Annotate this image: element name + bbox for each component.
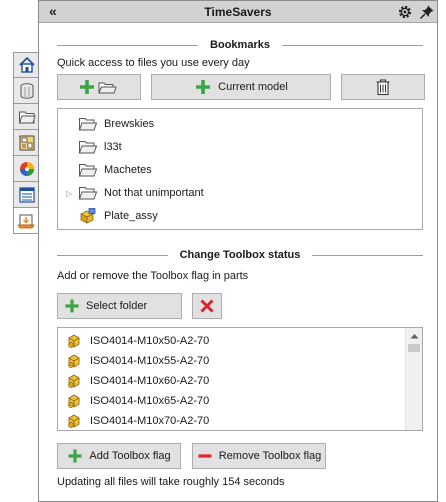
plus-icon <box>196 80 211 94</box>
side-tab-folder[interactable] <box>13 104 39 130</box>
select-folder-button[interactable]: Select folder <box>57 293 182 319</box>
side-tab-home[interactable] <box>13 52 39 78</box>
list-item[interactable]: Machetes <box>78 159 152 181</box>
drawing-icon <box>19 135 34 150</box>
toolbox-part-icon <box>64 333 84 349</box>
side-tab-drawing[interactable] <box>13 130 39 156</box>
toolbox-part-icon <box>64 413 84 429</box>
list-item[interactable]: ISO4014-M10x50-A2-70 <box>64 330 209 352</box>
side-tab-properties[interactable] <box>13 182 39 208</box>
delete-bookmark-button[interactable] <box>341 74 425 100</box>
scroll-thumb[interactable] <box>408 344 420 352</box>
pin-icon[interactable] <box>419 4 435 23</box>
side-tab-toolbox[interactable] <box>13 208 39 234</box>
folder-icon <box>78 116 98 132</box>
plus-icon <box>68 449 82 463</box>
folder-icon <box>78 185 98 201</box>
toolbox-part-icon <box>64 393 84 409</box>
trash-icon <box>376 79 390 96</box>
list-item[interactable]: Brewskies <box>78 113 154 135</box>
update-time-status: Updating all files will take roughly 154… <box>57 476 285 488</box>
scroll-up-arrow-icon[interactable] <box>406 328 422 344</box>
list-item[interactable]: ISO4014-M10x70-A2-70 <box>64 410 210 430</box>
file-label: ISO4014-M10x70-A2-70 <box>90 415 210 427</box>
panel-title: TimeSavers <box>204 4 272 19</box>
list-item[interactable]: Plate_assy <box>78 205 158 227</box>
side-tab-part[interactable] <box>13 78 39 104</box>
bookmark-label: Plate_assy <box>104 210 158 222</box>
cylinder-part-icon <box>20 82 33 99</box>
toolbox-part-icon <box>64 373 84 389</box>
list-item[interactable]: ISO4014-M10x55-A2-70 <box>64 350 209 372</box>
add-current-model-button[interactable]: Current model <box>151 74 331 100</box>
minus-icon <box>198 454 212 458</box>
toolbox-description: Add or remove the Toolbox flag in parts <box>57 270 249 282</box>
add-folder-bookmark-button[interactable] <box>57 74 141 100</box>
toolbox-icon <box>17 214 35 228</box>
file-label: ISO4014-M10x65-A2-70 <box>90 395 210 407</box>
close-icon <box>200 299 214 313</box>
side-tab-appearance[interactable] <box>13 156 39 182</box>
remove-toolbox-flag-label: Remove Toolbox flag <box>218 450 322 462</box>
file-label: ISO4014-M10x55-A2-70 <box>90 355 210 367</box>
timesavers-panel: « TimeSavers Bookmarks Quick access to f… <box>38 0 438 502</box>
add-toolbox-flag-label: Add Toolbox flag <box>89 450 171 462</box>
header-rule-left <box>57 254 168 256</box>
panel-title-bar: « TimeSavers <box>39 1 437 23</box>
file-label: ISO4014-M10x60-A2-70 <box>90 375 210 387</box>
bookmark-label: Not that unimportant <box>104 187 204 199</box>
expand-arrow-icon[interactable]: ▷ <box>66 189 78 198</box>
toolbox-part-icon <box>64 353 84 369</box>
list-item[interactable]: ISO4014-M10x60-A2-70 <box>64 370 209 392</box>
plus-icon <box>65 299 79 313</box>
home-icon <box>18 56 35 73</box>
list-item[interactable]: ISO4014-M10x65-A2-70 <box>64 390 209 412</box>
file-list-scrollbar[interactable] <box>405 328 422 430</box>
list-item[interactable]: l33t <box>78 136 122 158</box>
add-toolbox-flag-button[interactable]: Add Toolbox flag <box>57 443 181 469</box>
side-tab-strip <box>13 52 39 234</box>
folder-icon <box>78 162 98 178</box>
select-folder-label: Select folder <box>86 300 148 312</box>
bookmarks-section-header: Bookmarks <box>57 38 424 52</box>
clear-list-button[interactable] <box>192 293 222 319</box>
toolbox-file-list: ISO4014-M10x50-A2-70 ISO4014-M10x55-A2-7… <box>57 327 423 431</box>
bookmark-label: Brewskies <box>104 118 155 130</box>
gear-icon[interactable] <box>397 4 413 23</box>
folder-icon <box>78 139 98 155</box>
header-rule-left <box>57 44 199 46</box>
bookmark-label: l33t <box>104 141 122 153</box>
remove-toolbox-flag-button[interactable]: Remove Toolbox flag <box>192 443 326 469</box>
assembly-icon <box>78 208 98 224</box>
toolbox-section-header: Change Toolbox status <box>57 248 423 262</box>
file-label: ISO4014-M10x50-A2-70 <box>90 335 210 347</box>
header-rule-right <box>281 44 424 46</box>
properties-list-icon <box>18 186 35 203</box>
toolbox-header-text: Change Toolbox status <box>179 249 301 261</box>
bookmark-list: Brewskies l33t Machetes ▷ Not that unimp… <box>57 108 423 230</box>
bookmarks-description: Quick access to files you use every day <box>57 57 250 69</box>
header-rule-right <box>312 254 423 256</box>
bookmark-label: Machetes <box>104 164 152 176</box>
folder-icon <box>18 111 36 123</box>
current-model-label: Current model <box>218 81 288 93</box>
bookmarks-header-text: Bookmarks <box>210 39 270 51</box>
list-item[interactable]: ▷ Not that unimportant <box>66 182 204 204</box>
collapse-panel-button[interactable]: « <box>49 3 57 19</box>
add-folder-icon <box>80 80 117 94</box>
appearance-icon <box>19 161 34 176</box>
